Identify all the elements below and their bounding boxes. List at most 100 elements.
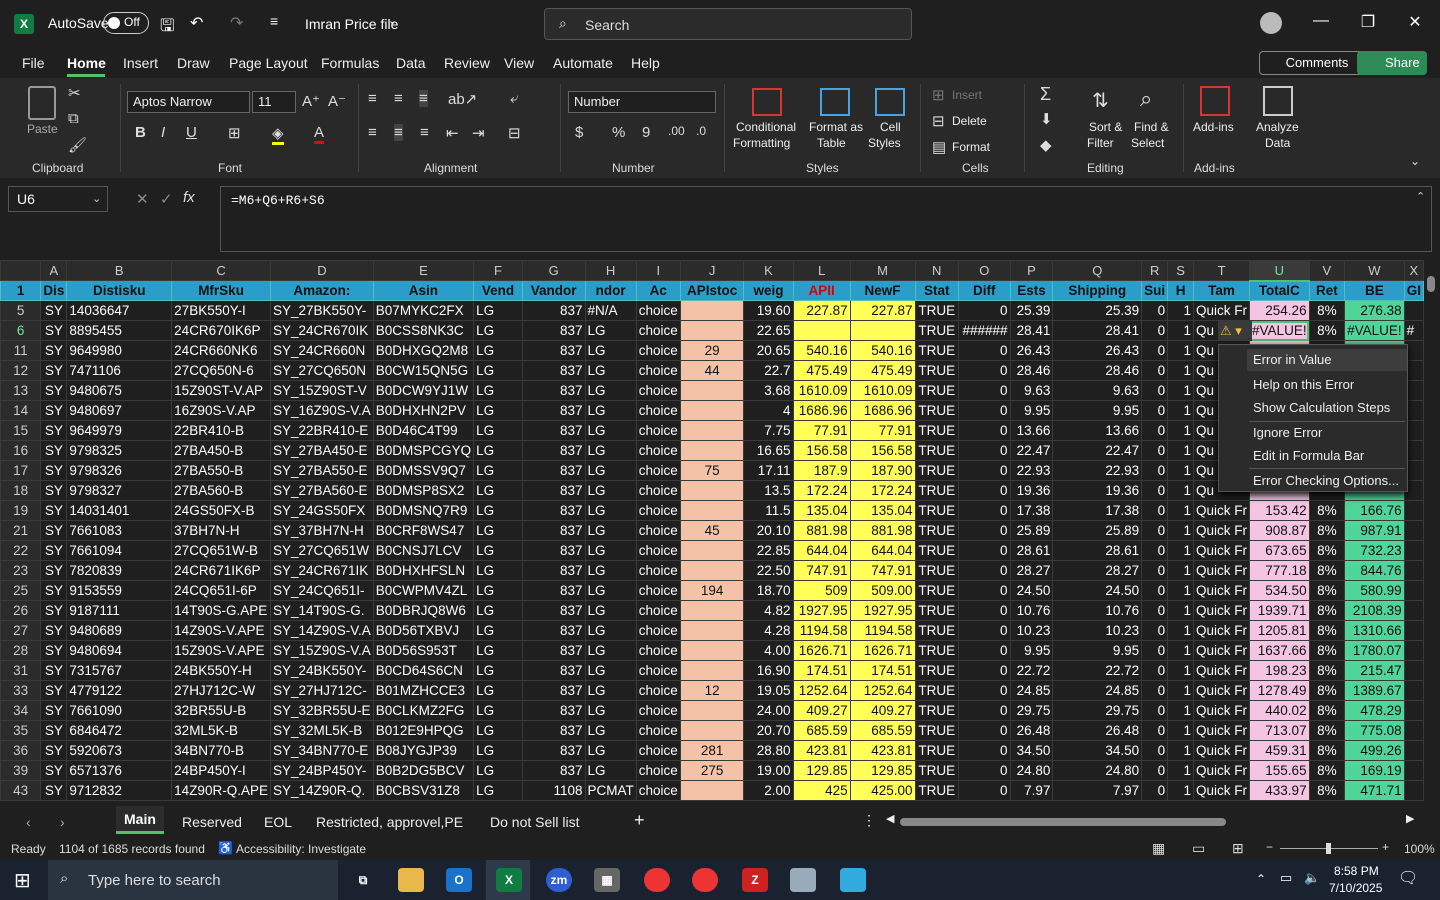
format-as-table-icon[interactable] — [820, 88, 850, 116]
cell[interactable]: SY — [40, 520, 68, 541]
cell[interactable]: LG — [584, 460, 637, 481]
cell[interactable]: 155.65 — [1249, 760, 1310, 781]
cell[interactable]: 1 — [1167, 380, 1195, 401]
cell[interactable]: SY_24GS50FX — [269, 500, 374, 521]
cell[interactable]: 34BN770-B — [171, 740, 271, 761]
cell[interactable]: Quick Fr — [1193, 700, 1251, 721]
row-header[interactable]: 33 — [0, 680, 42, 701]
cell[interactable]: 0 — [1141, 300, 1169, 321]
cell[interactable]: SY — [40, 780, 68, 801]
cell[interactable]: SY — [40, 360, 68, 381]
cell[interactable]: #N/A — [584, 300, 637, 321]
cell[interactable]: 8% — [1308, 540, 1346, 561]
filezilla-icon[interactable]: Z — [742, 868, 768, 892]
cell[interactable]: 1389.67 — [1344, 680, 1405, 701]
cell[interactable]: 75 — [679, 460, 745, 481]
cell[interactable]: 22.93 — [1009, 460, 1054, 481]
cell[interactable]: 129.85 — [849, 760, 916, 781]
row-header[interactable]: 11 — [0, 340, 42, 361]
chevron-down-icon[interactable]: ⌄ — [388, 14, 397, 27]
outlook-icon[interactable]: O — [446, 868, 472, 892]
cell[interactable]: 16.90 — [743, 660, 794, 681]
cell[interactable]: TRUE — [914, 500, 959, 521]
worksheet-grid[interactable]: A B C D E F G H I J K L M N O P Q R S T U V W X 1 Dis Distisku MfrS… — [0, 260, 1424, 806]
sheet-tab-eol[interactable]: EOL — [264, 814, 292, 830]
cell[interactable]: 1252.64 — [792, 680, 851, 701]
cell[interactable]: choice — [635, 400, 681, 421]
tab-file[interactable]: File — [22, 55, 45, 71]
cell[interactable]: 0 — [958, 660, 1011, 681]
cell[interactable]: 153.42 — [1249, 500, 1310, 521]
tab-data[interactable]: Data — [396, 55, 426, 71]
cell[interactable] — [679, 420, 745, 441]
cell[interactable]: LG — [584, 520, 637, 541]
clear-icon[interactable]: ◆ — [1040, 136, 1052, 154]
menu-item-edit-in-formula-bar[interactable]: Edit in Formula Bar — [1253, 448, 1364, 463]
hscroll-left-icon[interactable]: ◀ — [886, 812, 894, 825]
cell[interactable]: 8% — [1308, 500, 1346, 521]
cell[interactable] — [1403, 600, 1424, 621]
table-row[interactable]: 21 SY 7661083 37BH7N-H SY_37BH7N-H B0CRF8WS47… — [0, 520, 1424, 541]
network-icon[interactable]: ▭ — [1280, 870, 1292, 886]
row-header[interactable]: 5 — [0, 300, 42, 321]
cell[interactable]: LG — [584, 320, 637, 341]
cell[interactable]: 1 — [1167, 580, 1195, 601]
volume-icon[interactable]: 🔈 — [1304, 870, 1320, 886]
cell[interactable]: 0 — [958, 540, 1011, 561]
cell[interactable]: SY_32ML5K-B — [269, 720, 374, 741]
cell[interactable]: 1626.71 — [792, 640, 851, 661]
row-header[interactable]: 18 — [0, 480, 42, 501]
column-header[interactable]: Q — [1052, 260, 1143, 281]
cell[interactable]: 0 — [958, 620, 1011, 641]
cell[interactable]: LG — [584, 740, 637, 761]
name-box-dropdown-icon[interactable]: ⌄ — [92, 192, 101, 205]
analyze-data-label2[interactable]: Data — [1265, 136, 1290, 150]
cell[interactable]: 27CQ651W-B — [171, 540, 271, 561]
cell[interactable]: LG — [473, 700, 523, 721]
cell[interactable] — [679, 780, 745, 801]
cell[interactable]: 837 — [521, 380, 586, 401]
cell[interactable]: SY_14T90S-G. — [269, 600, 374, 621]
cell[interactable]: 1 — [1167, 360, 1195, 381]
cell[interactable]: 19.60 — [743, 300, 794, 321]
cell[interactable]: 187.90 — [849, 460, 916, 481]
cell[interactable]: 0 — [1141, 440, 1169, 461]
cell[interactable]: SY_24CQ651I- — [269, 580, 374, 601]
cell[interactable]: 837 — [521, 740, 586, 761]
cell[interactable]: 440.02 — [1249, 700, 1310, 721]
cell[interactable]: 0 — [1141, 580, 1169, 601]
vertical-scrollbar[interactable] — [1424, 260, 1440, 806]
cell[interactable]: 9649979 — [66, 420, 173, 441]
cell[interactable]: 8895455 — [66, 320, 173, 341]
cell[interactable]: choice — [635, 460, 681, 481]
filter-header-cell[interactable]: APII — [792, 280, 851, 301]
cell[interactable]: 24GS50FX-B — [171, 500, 271, 521]
sort-filter-label[interactable]: Sort & — [1089, 120, 1122, 134]
cell[interactable]: LG — [473, 440, 523, 461]
cell[interactable]: 28.27 — [1052, 560, 1143, 581]
cell[interactable]: 0 — [1141, 780, 1169, 801]
cell[interactable]: 156.58 — [792, 440, 851, 461]
cell[interactable]: 0 — [958, 380, 1011, 401]
cell[interactable]: Quick Fr — [1193, 560, 1251, 581]
cell[interactable]: 4.00 — [743, 640, 794, 661]
cell[interactable]: 837 — [521, 400, 586, 421]
conditional-formatting-label[interactable]: Conditional — [736, 120, 796, 134]
cell[interactable]: Quick Fr — [1193, 520, 1251, 541]
cell[interactable]: choice — [635, 740, 681, 761]
cell[interactable]: 28.41 — [1052, 320, 1143, 341]
cell[interactable]: LG — [473, 660, 523, 681]
cell[interactable]: 0 — [1141, 680, 1169, 701]
decrease-font-icon[interactable]: A⁻ — [328, 92, 346, 110]
cell[interactable]: LG — [584, 760, 637, 781]
cell[interactable]: 14Z90S-V.APE — [171, 620, 271, 641]
row-header[interactable]: 26 — [0, 600, 42, 621]
row-header[interactable]: 17 — [0, 460, 42, 481]
cell[interactable]: 29.75 — [1052, 700, 1143, 721]
cell[interactable]: 409.27 — [792, 700, 851, 721]
cell[interactable] — [679, 320, 745, 341]
cell[interactable]: 0 — [1141, 560, 1169, 581]
sheet-tab-do-not-sell[interactable]: Do not Sell list — [490, 814, 579, 830]
table-row[interactable]: 34 SY 7661090 32BR55U-B SY_32BR55U-E B0CLKMZ2… — [0, 700, 1424, 721]
cell[interactable]: 1 — [1167, 640, 1195, 661]
